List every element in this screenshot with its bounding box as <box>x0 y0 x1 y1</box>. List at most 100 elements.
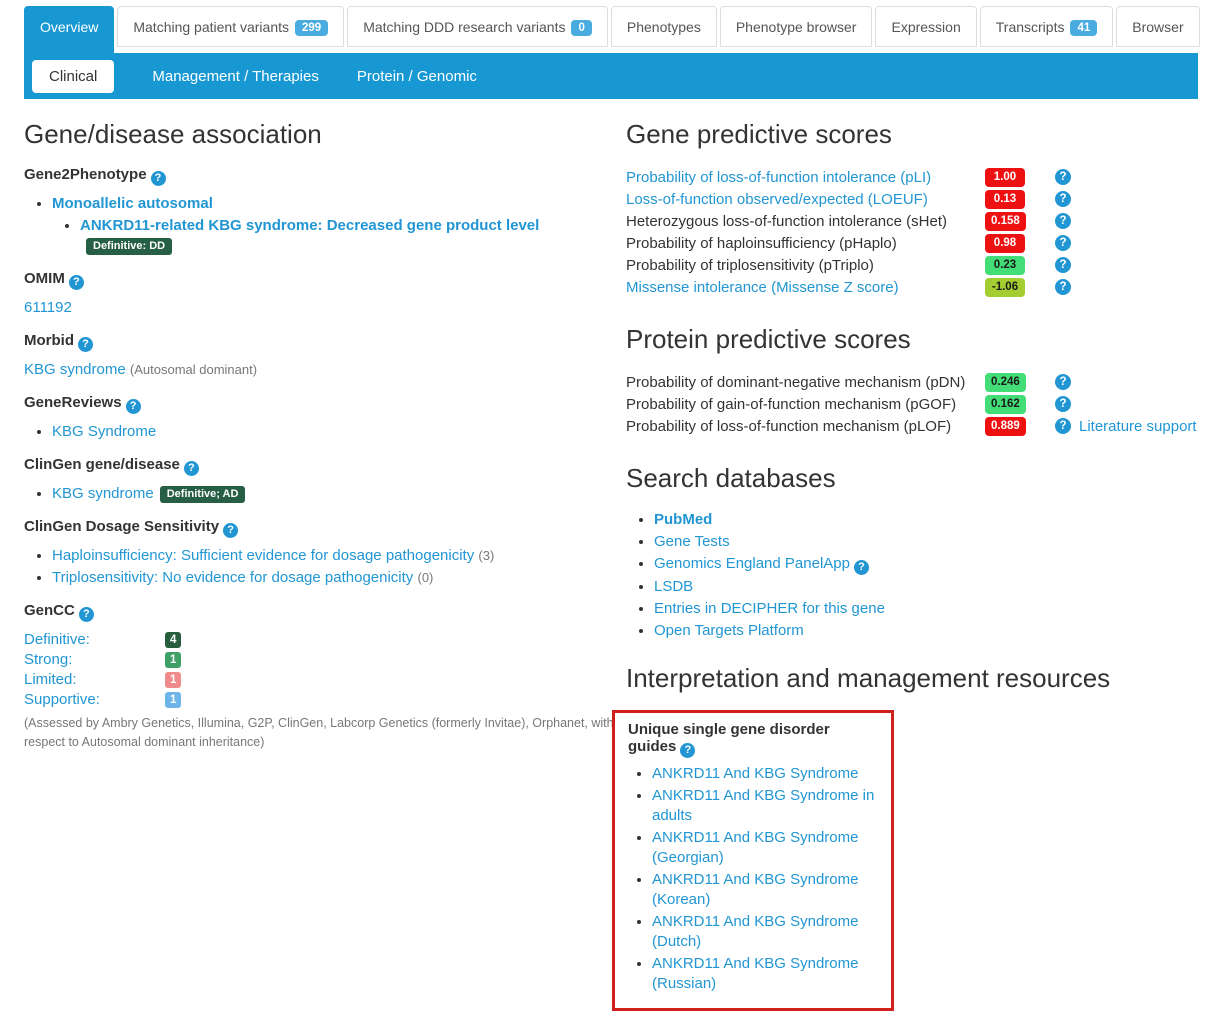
subnav-tab-management-therapies[interactable]: Management / Therapies <box>152 68 319 85</box>
help-icon[interactable] <box>1055 191 1071 207</box>
help-icon[interactable] <box>1055 169 1071 185</box>
panelapp-link[interactable]: Genomics England PanelApp <box>654 555 850 572</box>
gencc-row-strong: Strong: 1 <box>24 650 626 670</box>
clingen-kbg-link[interactable]: KBG syndrome <box>52 485 154 502</box>
list-item: Genomics England PanelApp <box>654 554 1198 575</box>
pgof-value-badge: 0.162 <box>985 395 1026 414</box>
list-item: LSDB <box>654 577 1198 597</box>
tab-browser[interactable]: Browser <box>1116 6 1199 47</box>
help-icon[interactable] <box>1055 235 1071 251</box>
gene2phenotype-title: Gene2Phenotype <box>24 166 626 186</box>
shet-label: Heterozygous loss-of-function intoleranc… <box>626 213 985 230</box>
list-item: ANKRD11 And KBG Syndrome (Russian) <box>652 954 879 994</box>
haploinsufficiency-link[interactable]: Haploinsufficiency: Sufficient evidence … <box>52 547 474 564</box>
gencc-definitive-count: 4 <box>165 632 181 648</box>
section-heading-interpretation-resources: Interpretation and management resources <box>626 663 1198 694</box>
help-icon[interactable] <box>1055 418 1071 434</box>
dosage-label: ClinGen Dosage Sensitivity <box>24 518 219 535</box>
help-icon[interactable] <box>78 337 93 352</box>
gene-tests-link[interactable]: Gene Tests <box>654 533 730 550</box>
decipher-entries-link[interactable]: Entries in DECIPHER for this gene <box>654 600 885 617</box>
help-icon[interactable] <box>1055 279 1071 295</box>
gencc-supportive-count: 1 <box>165 692 181 708</box>
open-targets-link[interactable]: Open Targets Platform <box>654 622 804 639</box>
shet-value-badge: 0.158 <box>985 212 1026 231</box>
score-row-phaplo: Probability of haploinsufficiency (pHapl… <box>626 232 1198 254</box>
gencc-definitive-link[interactable]: Definitive: <box>24 631 90 648</box>
subnav-tab-clinical[interactable]: Clinical <box>32 60 114 93</box>
loeuf-link[interactable]: Loss-of-function observed/expected (LOEU… <box>626 191 928 208</box>
list-item: ANKRD11 And KBG Syndrome <box>652 764 879 784</box>
help-icon[interactable] <box>1055 374 1071 390</box>
guide-link-kbg-russian[interactable]: ANKRD11 And KBG Syndrome (Russian) <box>652 955 858 992</box>
guide-link-kbg-georgian[interactable]: ANKRD11 And KBG Syndrome (Georgian) <box>652 829 858 866</box>
gencc-title: GenCC <box>24 602 626 622</box>
tab-overview[interactable]: Overview <box>24 6 114 53</box>
pubmed-link[interactable]: PubMed <box>654 511 712 528</box>
guide-link-kbg-adults[interactable]: ANKRD11 And KBG Syndrome in adults <box>652 787 874 824</box>
morbid-kbg-syndrome-link[interactable]: KBG syndrome <box>24 361 126 378</box>
morbid-label: Morbid <box>24 332 74 349</box>
phaplo-label: Probability of haploinsufficiency (pHapl… <box>626 235 985 252</box>
pli-link[interactable]: Probability of loss-of-function intolera… <box>626 169 931 186</box>
gencc-strong-link[interactable]: Strong: <box>24 651 72 668</box>
list-item: Entries in DECIPHER for this gene <box>654 599 1198 619</box>
score-row-pli: Probability of loss-of-function intolera… <box>626 166 1198 188</box>
pgof-label: Probability of gain-of-function mechanis… <box>626 396 985 413</box>
guide-link-kbg[interactable]: ANKRD11 And KBG Syndrome <box>652 765 858 782</box>
help-icon[interactable] <box>680 743 695 758</box>
gencc-row-supportive: Supportive: 1 <box>24 690 626 710</box>
help-icon[interactable] <box>1055 396 1071 412</box>
list-item: ANKRD11 And KBG Syndrome in adults <box>652 786 879 826</box>
inheritance-note: (Autosomal dominant) <box>130 362 257 377</box>
main-tab-bar: Overview Matching patient variants299 Ma… <box>0 0 1228 53</box>
score-row-shet: Heterozygous loss-of-function intoleranc… <box>626 210 1198 232</box>
ankrd11-kbg-syndrome-link[interactable]: ANKRD11-related KBG syndrome: Decreased … <box>80 217 539 234</box>
tab-phenotype-browser[interactable]: Phenotype browser <box>720 6 873 47</box>
gene2phenotype-label: Gene2Phenotype <box>24 166 147 183</box>
gencc-strong-count: 1 <box>165 652 181 668</box>
score-row-pgof: Probability of gain-of-function mechanis… <box>626 393 1198 415</box>
tab-matching-patient-variants[interactable]: Matching patient variants299 <box>117 6 344 47</box>
subnav-tab-protein-genomic[interactable]: Protein / Genomic <box>357 68 477 85</box>
help-icon[interactable] <box>223 523 238 538</box>
omim-id-link[interactable]: 611192 <box>24 299 72 316</box>
help-icon[interactable] <box>79 607 94 622</box>
tab-matching-ddd-research-variants[interactable]: Matching DDD research variants0 <box>347 6 608 47</box>
score-row-plof: Probability of loss-of-function mechanis… <box>626 415 1198 437</box>
help-icon[interactable] <box>126 399 141 414</box>
list-item: KBG Syndrome <box>52 422 626 442</box>
literature-support-link[interactable]: Literature support <box>1079 418 1197 435</box>
list-item: Open Targets Platform <box>654 621 1198 641</box>
count-badge: 0 <box>571 20 591 36</box>
list-item: ANKRD11-related KBG syndrome: Decreased … <box>80 216 626 256</box>
lsdb-link[interactable]: LSDB <box>654 578 693 595</box>
gencc-assessment-note: (Assessed by Ambry Genetics, Illumina, G… <box>24 714 626 752</box>
list-item: ANKRD11 And KBG Syndrome (Georgian) <box>652 828 879 868</box>
monoallelic-autosomal-link[interactable]: Monoallelic autosomal <box>52 195 213 212</box>
evidence-count: (3) <box>478 548 494 563</box>
genereviews-title: GeneReviews <box>24 394 626 414</box>
missense-z-link[interactable]: Missense intolerance (Missense Z score) <box>626 279 899 296</box>
ptriplo-value-badge: 0.23 <box>985 256 1025 275</box>
genereviews-label: GeneReviews <box>24 394 122 411</box>
help-icon[interactable] <box>184 461 199 476</box>
help-icon[interactable] <box>854 560 869 575</box>
guide-link-kbg-dutch[interactable]: ANKRD11 And KBG Syndrome (Dutch) <box>652 913 858 950</box>
help-icon[interactable] <box>1055 257 1071 273</box>
gencc-limited-link[interactable]: Limited: <box>24 671 77 688</box>
gencc-row-definitive: Definitive: 4 <box>24 630 626 650</box>
genereviews-kbg-link[interactable]: KBG Syndrome <box>52 423 156 440</box>
guide-link-kbg-korean[interactable]: ANKRD11 And KBG Syndrome (Korean) <box>652 871 858 908</box>
tab-phenotypes[interactable]: Phenotypes <box>611 6 717 47</box>
tab-expression[interactable]: Expression <box>875 6 976 47</box>
gencc-supportive-link[interactable]: Supportive: <box>24 691 100 708</box>
help-icon[interactable] <box>151 171 166 186</box>
clingen-gene-disease-title: ClinGen gene/disease <box>24 456 626 476</box>
help-icon[interactable] <box>69 275 84 290</box>
tab-transcripts[interactable]: Transcripts41 <box>980 6 1114 47</box>
help-icon[interactable] <box>1055 213 1071 229</box>
triplosensitivity-link[interactable]: Triplosensitivity: No evidence for dosag… <box>52 569 413 586</box>
clingen-label: ClinGen gene/disease <box>24 456 180 473</box>
phaplo-value-badge: 0.98 <box>985 234 1025 253</box>
